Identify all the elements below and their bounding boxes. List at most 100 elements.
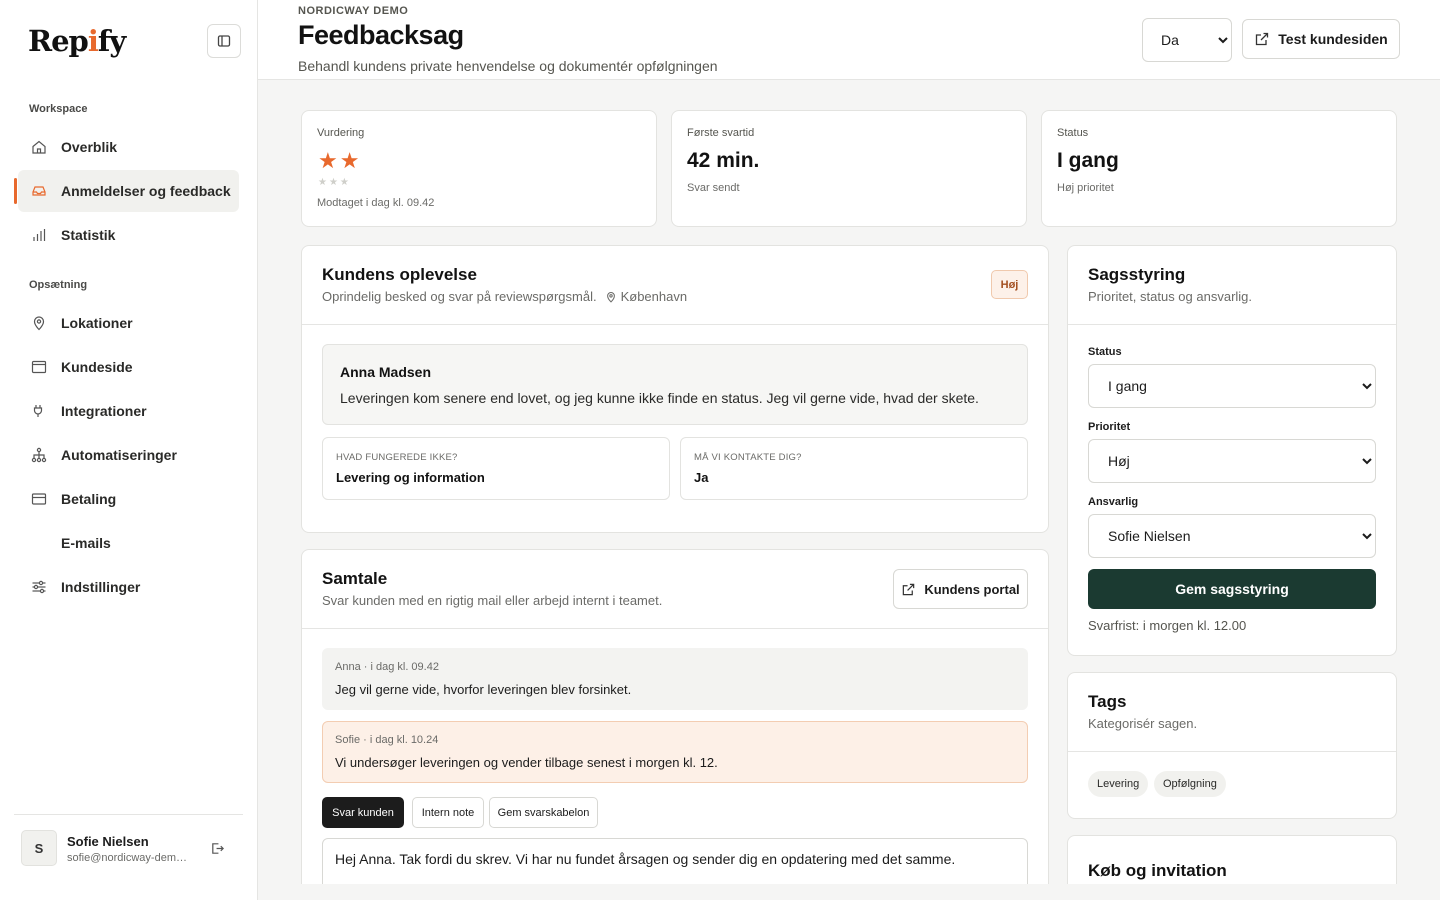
customer-message-text: Leveringen kom senere end lovet, og jeg … (340, 390, 979, 406)
stat-sub: Svar sendt (687, 182, 740, 194)
tags-card: Tags Kategorisér sagen. Levering Opfølgn… (1067, 672, 1397, 819)
card-title: Samtale (322, 569, 388, 588)
page-title: Feedbacksag (298, 20, 464, 50)
workspace-name: NORDICWAY DEMO (298, 5, 409, 17)
test-customer-page-button[interactable]: Test kundesiden (1242, 19, 1400, 59)
sidebar-item-label: Kundeside (61, 359, 133, 375)
sidebar-item-automatiseringer[interactable]: Automatiseringer (18, 434, 239, 476)
customer-portal-button[interactable]: Kundens portal (893, 569, 1028, 609)
customer-message: Anna Madsen Leveringen kom senere end lo… (322, 344, 1028, 425)
stat-value: I gang (1057, 149, 1119, 172)
brand-logo[interactable]: Repify (28, 24, 126, 58)
sidebar-item-label: Betaling (61, 491, 117, 507)
map-pin-icon (30, 314, 48, 332)
priority-label: Prioritet (1088, 421, 1131, 433)
owner-label: Ansvarlig (1088, 496, 1139, 508)
answer-label: MÅ VI KONTAKTE DIG? (694, 452, 802, 463)
card-subtitle: Oprindelig besked og svar på reviewspørg… (322, 289, 688, 304)
chat-text: Vi undersøger leveringen og vender tilba… (335, 755, 718, 770)
card-subtitle: Prioritet, status og ansvarlig. (1088, 289, 1253, 304)
test-customer-page-label: Test kundesiden (1278, 31, 1388, 47)
map-pin-icon (606, 291, 615, 303)
browser-icon (30, 358, 48, 376)
card-title: Tags (1088, 692, 1127, 711)
logout-button[interactable] (210, 841, 225, 861)
user-email: sofie@nordicway-demo.dk (67, 852, 193, 864)
sliders-icon (30, 578, 48, 596)
avatar[interactable]: S (21, 830, 57, 866)
sidebar-item-emails[interactable]: E-mails (18, 522, 239, 564)
nav-section-workspace: Workspace (29, 103, 88, 115)
sidebar-item-statistik[interactable]: Statistik (18, 214, 239, 256)
stat-value: 42 min. (687, 149, 760, 172)
priority-badge: Høj (991, 270, 1028, 299)
stat-sub: Høj prioritet (1057, 182, 1114, 194)
credit-card-icon (30, 490, 48, 508)
answer-box: HVAD FUNGEREDE IKKE? Levering og informa… (322, 437, 670, 500)
card-title: Køb og invitation (1088, 861, 1227, 880)
sidebar-collapse-button[interactable] (207, 24, 241, 58)
reply-deadline: Svarfrist: i morgen kl. 12.00 (1088, 618, 1247, 633)
owner-select[interactable]: Sofie Nielsen (1088, 514, 1376, 558)
rating-empty-stars: ★★★ (318, 177, 351, 188)
inbox-icon (30, 182, 48, 200)
save-case-button[interactable]: Gem sagsstyring (1088, 569, 1376, 609)
card-title: Kundens oplevelse (322, 265, 477, 284)
sidebar-item-integrationer[interactable]: Integrationer (18, 390, 239, 432)
external-link-icon (1256, 32, 1269, 46)
external-link-icon (903, 583, 915, 595)
chat-meta: Anna · i dag kl. 09.42 (335, 661, 439, 673)
location-label: København (620, 289, 688, 304)
sidebar-item-label: Automatiseringer (61, 447, 177, 463)
answer-value: Levering og information (336, 470, 485, 485)
card-subtitle: Kategorisér sagen. (1088, 716, 1198, 731)
sidebar-toggle-icon (217, 35, 231, 47)
sidebar-item-label: Indstillinger (61, 579, 141, 595)
priority-select[interactable]: Høj (1088, 439, 1376, 483)
tab-internal-note[interactable]: Intern note (412, 797, 484, 828)
tag-chip[interactable]: Opfølgning (1154, 771, 1226, 797)
sidebar-item-kundeside[interactable]: Kundeside (18, 346, 239, 388)
sidebar-item-label: Lokationer (61, 315, 133, 331)
card-subtitle: Svar kunden med en rigtig mail eller arb… (322, 593, 663, 608)
sidebar-item-indstillinger[interactable]: Indstillinger (18, 566, 239, 608)
sidebar-item-overblik[interactable]: Overblik (18, 126, 239, 168)
conversation-card: Samtale Svar kunden med en rigtig mail e… (301, 549, 1049, 900)
stat-label: Første svartid (687, 127, 755, 139)
case-management-card: Sagsstyring Prioritet, status og ansvarl… (1067, 245, 1397, 656)
logout-icon (212, 843, 224, 854)
sidebar-item-label: Anmeldelser og feedback (61, 183, 231, 199)
tag-chip[interactable]: Levering (1088, 771, 1149, 797)
sidebar-item-label: Statistik (61, 227, 116, 243)
language-select[interactable]: Da (1142, 18, 1232, 62)
sidebar-item-anmeldelser[interactable]: Anmeldelser og feedback (14, 170, 239, 212)
bar-chart-icon (30, 226, 48, 244)
sidebar-item-label: Integrationer (61, 403, 147, 419)
home-icon (30, 138, 48, 156)
sidebar-item-label: Overblik (61, 139, 118, 155)
user-name: Sofie Nielsen (67, 834, 149, 849)
answer-label: HVAD FUNGEREDE IKKE? (336, 452, 458, 463)
page-header: NORDICWAY DEMO Feedbacksag Behandl kunde… (258, 0, 1440, 80)
sidebar-item-betaling[interactable]: Betaling (18, 478, 239, 520)
stat-label: Vurdering (317, 127, 365, 139)
chat-meta: Sofie · i dag kl. 10.24 (335, 734, 439, 746)
customer-experience-card: Kundens oplevelse Oprindelig besked og s… (301, 245, 1049, 533)
nav-section-setup: Opsætning (29, 279, 88, 291)
status-label: Status (1088, 346, 1122, 358)
sidebar-item-lokationer[interactable]: Lokationer (18, 302, 239, 344)
answer-value: Ja (694, 470, 709, 485)
tab-save-template[interactable]: Gem svarskabelon (489, 797, 598, 828)
card-title: Sagsstyring (1088, 265, 1186, 284)
stat-card-first-reply: Første svartid 42 min. Svar sendt (671, 110, 1027, 227)
stat-card-rating: Vurdering ★★ ★★★ Modtaget i dag kl. 09.4… (301, 110, 657, 227)
answer-box: MÅ VI KONTAKTE DIG? Ja (680, 437, 1028, 500)
chat-message: Anna · i dag kl. 09.42 Jeg vil gerne vid… (322, 648, 1028, 710)
status-select[interactable]: I gang (1088, 364, 1376, 408)
tab-reply-customer[interactable]: Svar kunden (322, 797, 404, 828)
plug-icon (30, 402, 48, 420)
chat-message: Sofie · i dag kl. 10.24 Vi undersøger le… (322, 721, 1028, 783)
sidebar-item-label: E-mails (61, 535, 111, 551)
user-panel: S Sofie Nielsen sofie@nordicway-demo.dk (14, 814, 243, 866)
stat-sub: Modtaget i dag kl. 09.42 (317, 197, 435, 209)
